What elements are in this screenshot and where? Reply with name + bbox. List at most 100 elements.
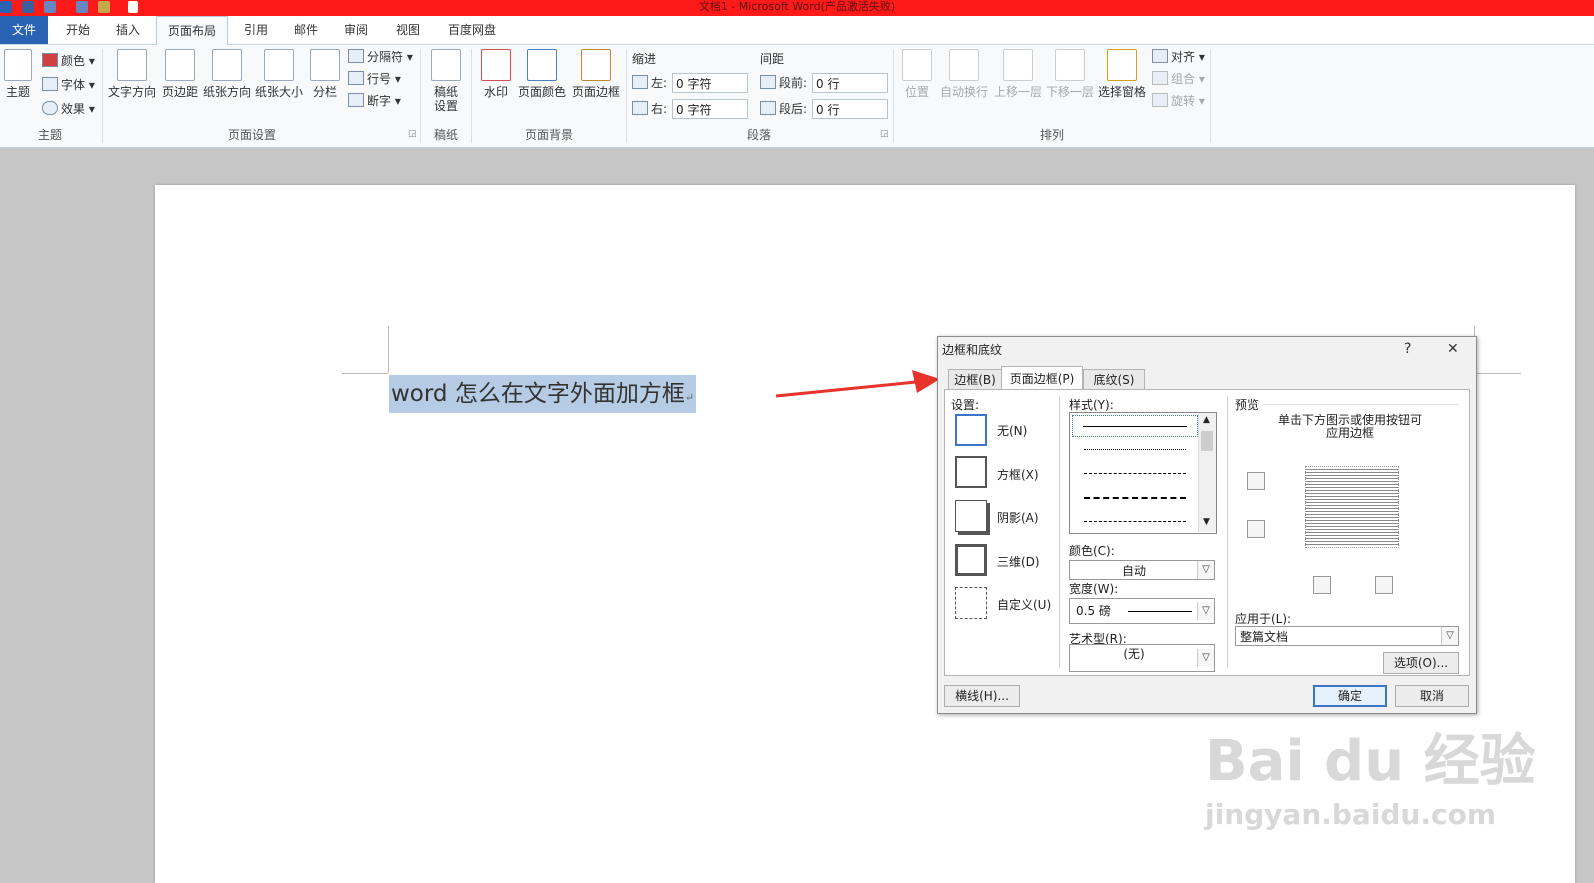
horizontal-line-button[interactable]: 横线(H)... [944, 685, 1020, 707]
spacing-before-input[interactable]: 0 行 [812, 73, 888, 93]
setting-none-label[interactable]: 无(N) [997, 422, 1027, 439]
ribbon-tab-bar: 文件 开始 插入 页面布局 引用 邮件 审阅 视图 百度网盘 [0, 16, 1594, 45]
style-option-solid[interactable] [1072, 415, 1198, 437]
themes-icon [4, 49, 32, 81]
page-color-label: 页面颜色 [517, 85, 566, 99]
align-label: 对齐 [1171, 50, 1196, 64]
setting-custom-label[interactable]: 自定义(U) [997, 596, 1051, 613]
page-borders-button[interactable]: 页面边框 [570, 49, 622, 100]
page-color-button[interactable]: 页面颜色 [516, 49, 568, 100]
chevron-down-icon: ▽ [1197, 561, 1214, 579]
themes-button[interactable]: 主题 [2, 49, 34, 100]
selected-document-text[interactable]: word 怎么在文字外面加方框↵ [389, 375, 697, 413]
theme-colors-button[interactable]: 颜色 ▾ [42, 51, 95, 71]
colors-icon [42, 53, 58, 67]
color-select[interactable]: 自动 ▽ [1069, 560, 1215, 580]
page-setup-launcher-icon[interactable]: ◲ [408, 129, 417, 139]
breaks-button[interactable]: 分隔符 ▾ [348, 47, 413, 67]
send-backward-button[interactable]: 下移一层 [1044, 49, 1096, 100]
hyphenation-button[interactable]: 断字 ▾ [348, 91, 401, 111]
border-style-list[interactable]: ▲ ▼ [1069, 412, 1217, 534]
crop-mark [1475, 373, 1521, 374]
position-button[interactable]: 位置 [900, 49, 934, 100]
setting-box-icon[interactable] [955, 456, 987, 488]
tab-home[interactable]: 开始 [56, 16, 100, 44]
theme-colors-label: 颜色 [61, 54, 86, 68]
tab-baidu-netdisk[interactable]: 百度网盘 [440, 16, 504, 44]
art-select[interactable]: (无) ▽ [1069, 644, 1215, 672]
dialog-title: 边框和底纹 [942, 343, 1003, 357]
tab-insert[interactable]: 插入 [106, 16, 150, 44]
indent-right-input[interactable]: 0 字符 [672, 99, 748, 119]
dialog-help-button[interactable]: ? [1404, 341, 1411, 357]
width-line-preview [1128, 611, 1192, 612]
size-icon [264, 49, 294, 81]
setting-custom-icon[interactable] [955, 587, 987, 619]
manuscript-settings-label: 稿纸 设置 [433, 85, 458, 113]
cancel-button[interactable]: 取消 [1395, 685, 1469, 707]
selection-pane-button[interactable]: 选择窗格 [1096, 49, 1148, 100]
style-label: 样式(Y): [1069, 398, 1114, 412]
paragraph-launcher-icon[interactable]: ◲ [880, 129, 889, 139]
line-numbers-button[interactable]: 行号 ▾ [348, 69, 401, 89]
spacing-after-input[interactable]: 0 行 [812, 99, 888, 119]
tab-references[interactable]: 引用 [234, 16, 278, 44]
margins-button[interactable]: 页边距 [160, 49, 200, 100]
rotate-button[interactable]: 旋转 ▾ [1152, 91, 1205, 111]
setting-shadow-label[interactable]: 阴影(A) [997, 509, 1039, 526]
preview-left-border-button[interactable] [1313, 576, 1331, 594]
style-option-dotted[interactable] [1084, 449, 1186, 450]
line-numbers-icon [348, 71, 364, 85]
wrap-text-icon [949, 49, 979, 81]
theme-fonts-button[interactable]: 字体 ▾ [42, 75, 95, 95]
wrap-text-button[interactable]: 自动换行 [938, 49, 990, 100]
setting-3d-label[interactable]: 三维(D) [997, 553, 1040, 570]
tab-shading[interactable]: 底纹(S) [1083, 369, 1145, 390]
manuscript-settings-button[interactable]: 稿纸 设置 [426, 49, 466, 113]
style-list-scrollbar[interactable]: ▲ ▼ [1198, 413, 1216, 532]
group-label-paragraph: 段落 [746, 128, 771, 142]
spacing-after-icon [760, 101, 776, 115]
tab-view[interactable]: 视图 [386, 16, 430, 44]
bring-forward-button[interactable]: 上移一层 [992, 49, 1044, 100]
tab-page-border[interactable]: 页面边框(P) [1001, 366, 1083, 391]
preview-page-diagram[interactable] [1305, 466, 1399, 548]
group-objects-button[interactable]: 组合 ▾ [1152, 69, 1205, 89]
style-option-dash-dot[interactable] [1084, 521, 1186, 522]
tab-mailings[interactable]: 邮件 [284, 16, 328, 44]
setting-3d-icon[interactable] [955, 544, 987, 576]
watermark-icon [481, 49, 511, 81]
orientation-button[interactable]: 纸张方向 [202, 49, 252, 100]
align-button[interactable]: 对齐 ▾ [1152, 47, 1205, 67]
columns-button[interactable]: 分栏 [308, 49, 342, 100]
preview-bottom-border-button[interactable] [1247, 520, 1265, 538]
style-option-dashed-small[interactable] [1084, 473, 1186, 474]
tab-file[interactable]: 文件 [0, 16, 48, 44]
apply-to-select[interactable]: 整篇文档 ▽ [1235, 626, 1459, 646]
size-button[interactable]: 纸张大小 [254, 49, 304, 100]
preview-right-border-button[interactable] [1375, 576, 1393, 594]
tab-page-layout[interactable]: 页面布局 [156, 16, 228, 45]
watermark-button[interactable]: 水印 [478, 49, 514, 100]
text-direction-button[interactable]: 文字方向 [106, 49, 158, 100]
rotate-label: 旋转 [1171, 94, 1196, 108]
setting-none-icon[interactable] [955, 414, 987, 446]
style-option-dashed[interactable] [1084, 497, 1186, 499]
indent-left-input[interactable]: 0 字符 [672, 73, 748, 93]
tab-borders[interactable]: 边框(B) [948, 369, 1002, 390]
width-select[interactable]: 0.5 磅 ▽ [1069, 598, 1215, 624]
position-label: 位置 [904, 85, 929, 99]
group-label-manuscript: 稿纸 [433, 128, 458, 142]
ok-button[interactable]: 确定 [1313, 685, 1387, 707]
theme-effects-button[interactable]: 效果 ▾ [42, 99, 95, 119]
indent-label: 缩进 [632, 52, 657, 66]
setting-shadow-icon[interactable] [955, 500, 987, 532]
group-objects-label: 组合 [1171, 72, 1196, 86]
preview-top-border-button[interactable] [1247, 472, 1265, 490]
spacing-label: 间距 [760, 52, 785, 66]
manuscript-icon [431, 49, 461, 81]
dialog-close-button[interactable]: ✕ [1447, 341, 1459, 357]
tab-review[interactable]: 审阅 [334, 16, 378, 44]
setting-box-label[interactable]: 方框(X) [997, 466, 1039, 483]
options-button[interactable]: 选项(O)... [1383, 652, 1459, 674]
